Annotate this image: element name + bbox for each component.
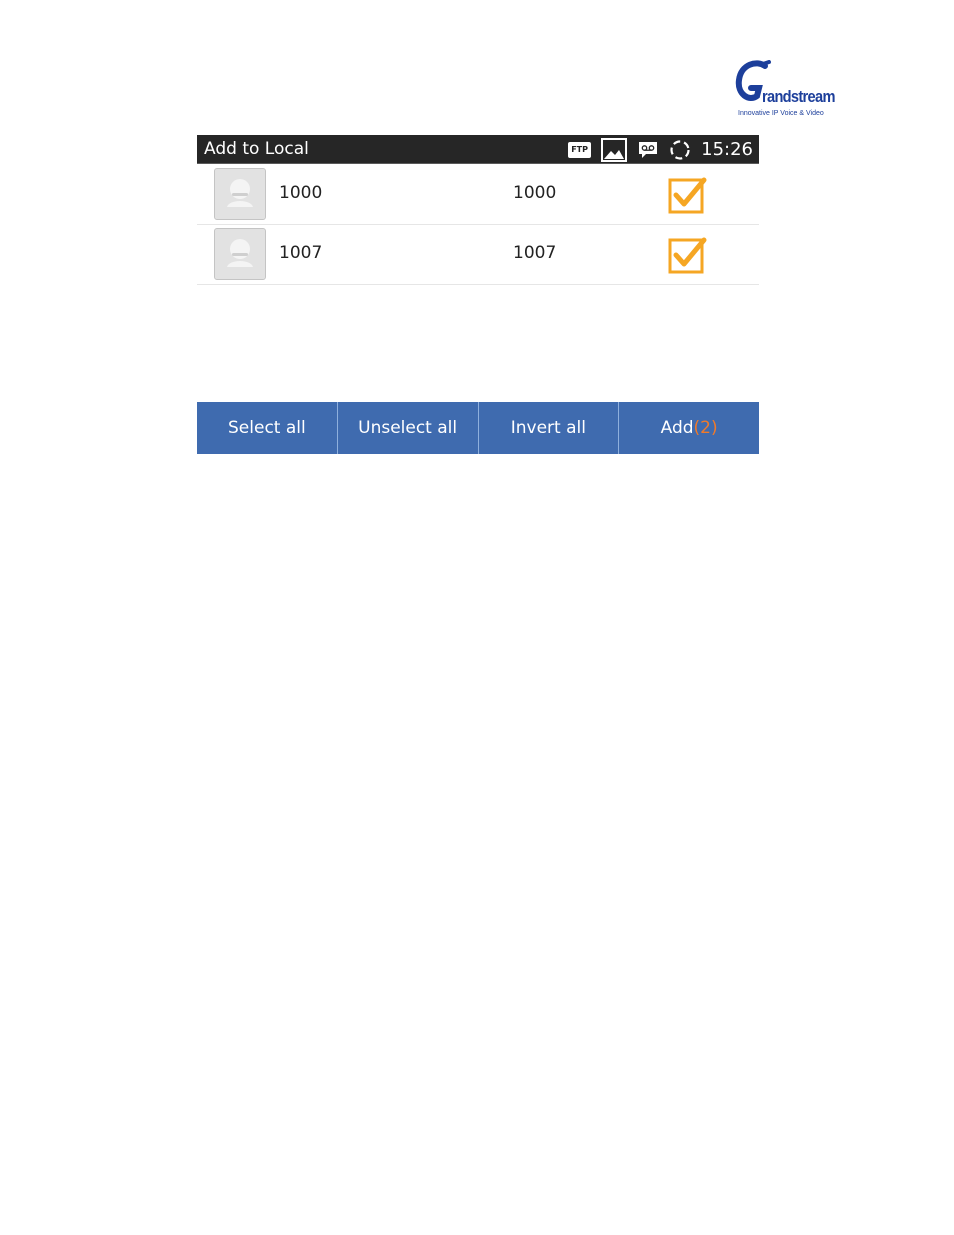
select-all-button[interactable]: Select all: [197, 402, 338, 454]
add-button[interactable]: Add (2): [619, 402, 759, 454]
avatar: [214, 168, 266, 220]
person-icon: [227, 239, 253, 267]
contact-number: 1000: [513, 183, 557, 203]
status-icons: FTP 15:26: [568, 137, 753, 162]
phone-screen: Add to Local FTP 15:26 1000 1000 1007 10…: [197, 135, 759, 454]
screen-title: Add to Local: [204, 139, 309, 159]
checked-checkbox-icon[interactable]: [667, 235, 707, 275]
logo-tagline: Innovative IP Voice & Video: [738, 110, 824, 117]
person-icon: [227, 179, 253, 207]
voicemail-icon: [639, 141, 658, 158]
list-item[interactable]: 1000 1000: [197, 165, 759, 225]
add-button-label: Add: [660, 418, 694, 438]
avatar: [214, 228, 266, 280]
action-toolbar: Select all Unselect all Invert all Add (2…: [197, 402, 759, 454]
status-bar: Add to Local FTP 15:26: [197, 135, 759, 164]
clock: 15:26: [701, 139, 753, 160]
contact-number: 1007: [513, 243, 557, 263]
picture-icon: [601, 137, 628, 162]
contact-list: 1000 1000 1007 1007: [197, 165, 759, 285]
contact-name: 1000: [279, 183, 323, 203]
sync-icon: [670, 139, 690, 160]
grandstream-logo: randstream Innovative IP Voice & Video: [735, 60, 835, 120]
add-count-badge: (2): [693, 418, 718, 438]
invert-all-button[interactable]: Invert all: [479, 402, 620, 454]
logo-brand-text: randstream: [762, 87, 835, 106]
ftp-icon: FTP: [568, 141, 592, 158]
checked-checkbox-icon[interactable]: [667, 175, 707, 215]
list-item[interactable]: 1007 1007: [197, 225, 759, 285]
unselect-all-button[interactable]: Unselect all: [338, 402, 479, 454]
ftp-icon-label: FTP: [571, 145, 589, 154]
contact-name: 1007: [279, 243, 323, 263]
